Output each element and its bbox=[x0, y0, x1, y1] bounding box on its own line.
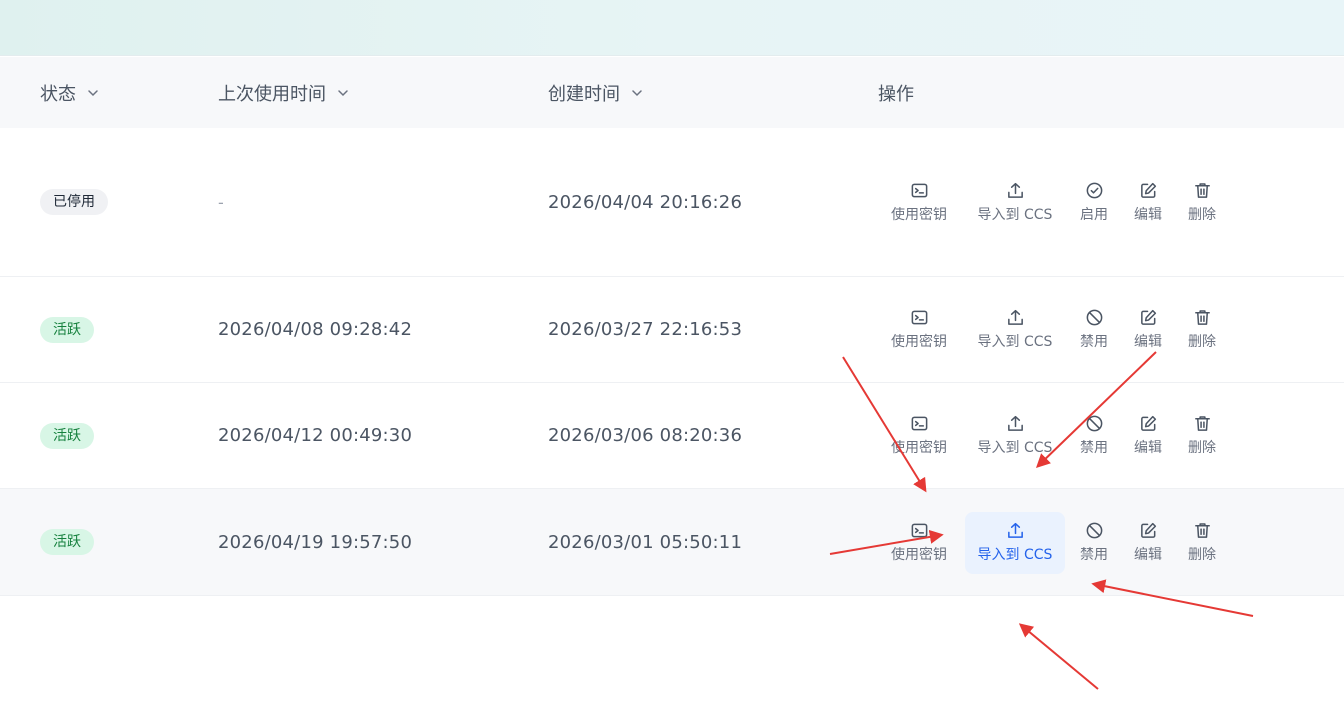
status-cell: 活跃 bbox=[40, 277, 94, 382]
top-banner bbox=[0, 0, 1344, 56]
status-badge: 活跃 bbox=[40, 422, 94, 449]
table-header: 状态 上次使用时间 创建时间 操作 bbox=[0, 57, 1344, 128]
created-cell: 2026/03/06 08:20:36 bbox=[548, 383, 742, 488]
table-row: 活跃 2026/04/19 19:57:50 2026/03/01 05:50:11… bbox=[0, 489, 1344, 596]
created-time: 2026/03/27 22:16:53 bbox=[548, 319, 743, 340]
last-used-time: 2026/04/08 09:28:42 bbox=[218, 319, 413, 340]
status-cell: 活跃 bbox=[40, 383, 94, 488]
created-time: 2026/03/01 05:50:11 bbox=[548, 531, 743, 553]
last-used-cell: - bbox=[218, 128, 224, 276]
column-header-actions: 操作 bbox=[878, 57, 914, 128]
action-label: 删除 bbox=[1188, 440, 1216, 456]
action-label: 使用密钥 bbox=[891, 206, 947, 223]
table-row: 活跃 2026/04/12 00:49:30 2026/03/06 08:20:36… bbox=[0, 383, 1344, 489]
status-badge: 活跃 bbox=[40, 316, 94, 343]
annotation-arrow bbox=[1018, 623, 1099, 690]
delete-button[interactable]: 删除 bbox=[1152, 489, 1252, 595]
action-label: 使用密钥 bbox=[891, 440, 947, 456]
chevron-down-icon[interactable] bbox=[630, 86, 644, 100]
action-label: 删除 bbox=[1188, 546, 1216, 563]
use-key-button[interactable]: 使用密钥 bbox=[869, 383, 969, 488]
status-badge: 已停用 bbox=[40, 189, 108, 215]
created-time: 2026/03/06 08:20:36 bbox=[548, 425, 743, 446]
action-label: 导入到 CCS bbox=[977, 440, 1053, 456]
column-header-status[interactable]: 状态 bbox=[40, 57, 100, 128]
terminal-icon bbox=[910, 414, 929, 437]
action-label: 导入到 CCS bbox=[977, 546, 1053, 563]
column-header-label: 状态 bbox=[40, 83, 76, 105]
last-used-cell: 2026/04/08 09:28:42 bbox=[218, 277, 412, 382]
created-cell: 2026/03/27 22:16:53 bbox=[548, 277, 742, 382]
use-key-button[interactable]: 使用密钥 bbox=[869, 277, 969, 382]
delete-button[interactable]: 删除 bbox=[1152, 128, 1252, 276]
last-used-time: 2026/04/12 00:49:30 bbox=[218, 425, 413, 446]
chevron-down-icon[interactable] bbox=[336, 86, 350, 100]
chevron-down-icon[interactable] bbox=[86, 86, 100, 100]
action-label: 使用密钥 bbox=[891, 546, 947, 563]
upload-icon bbox=[1006, 521, 1025, 544]
action-label: 使用密钥 bbox=[891, 334, 947, 350]
created-cell: 2026/04/04 20:16:26 bbox=[548, 128, 742, 276]
trash-icon bbox=[1193, 181, 1212, 204]
trash-icon bbox=[1193, 521, 1212, 544]
upload-icon bbox=[1006, 308, 1025, 331]
column-header-label: 上次使用时间 bbox=[218, 83, 326, 105]
created-cell: 2026/03/01 05:50:11 bbox=[548, 489, 742, 595]
use-key-button[interactable]: 使用密钥 bbox=[869, 128, 969, 276]
upload-icon bbox=[1006, 181, 1025, 204]
action-label: 导入到 CCS bbox=[977, 206, 1053, 223]
trash-icon bbox=[1193, 308, 1212, 331]
use-key-button[interactable]: 使用密钥 bbox=[869, 489, 969, 595]
delete-button[interactable]: 删除 bbox=[1152, 383, 1252, 488]
terminal-icon bbox=[910, 181, 929, 204]
action-label: 删除 bbox=[1188, 334, 1216, 350]
status-badge: 活跃 bbox=[40, 529, 94, 555]
column-header-label: 创建时间 bbox=[548, 83, 620, 105]
action-label: 删除 bbox=[1188, 206, 1216, 223]
terminal-icon bbox=[910, 521, 929, 544]
table-row: 已停用 -2026/04/04 20:16:26 使用密钥 导入到 CCS 启用 编辑 删除 bbox=[0, 128, 1344, 277]
upload-icon bbox=[1006, 414, 1025, 437]
column-header-last-used[interactable]: 上次使用时间 bbox=[218, 57, 350, 128]
column-header-created[interactable]: 创建时间 bbox=[548, 57, 644, 128]
delete-button[interactable]: 删除 bbox=[1152, 277, 1252, 382]
status-cell: 已停用 bbox=[40, 128, 108, 276]
trash-icon bbox=[1193, 414, 1212, 437]
status-cell: 活跃 bbox=[40, 489, 94, 595]
created-time: 2026/04/04 20:16:26 bbox=[548, 191, 743, 213]
last-used-cell: 2026/04/12 00:49:30 bbox=[218, 383, 412, 488]
last-used-time: 2026/04/19 19:57:50 bbox=[218, 531, 413, 553]
table-row: 活跃 2026/04/08 09:28:42 2026/03/27 22:16:53… bbox=[0, 277, 1344, 383]
last-used-cell: 2026/04/19 19:57:50 bbox=[218, 489, 412, 595]
column-header-label: 操作 bbox=[878, 83, 914, 105]
last-used-time: - bbox=[218, 192, 224, 212]
action-label: 导入到 CCS bbox=[977, 334, 1053, 350]
terminal-icon bbox=[910, 308, 929, 331]
